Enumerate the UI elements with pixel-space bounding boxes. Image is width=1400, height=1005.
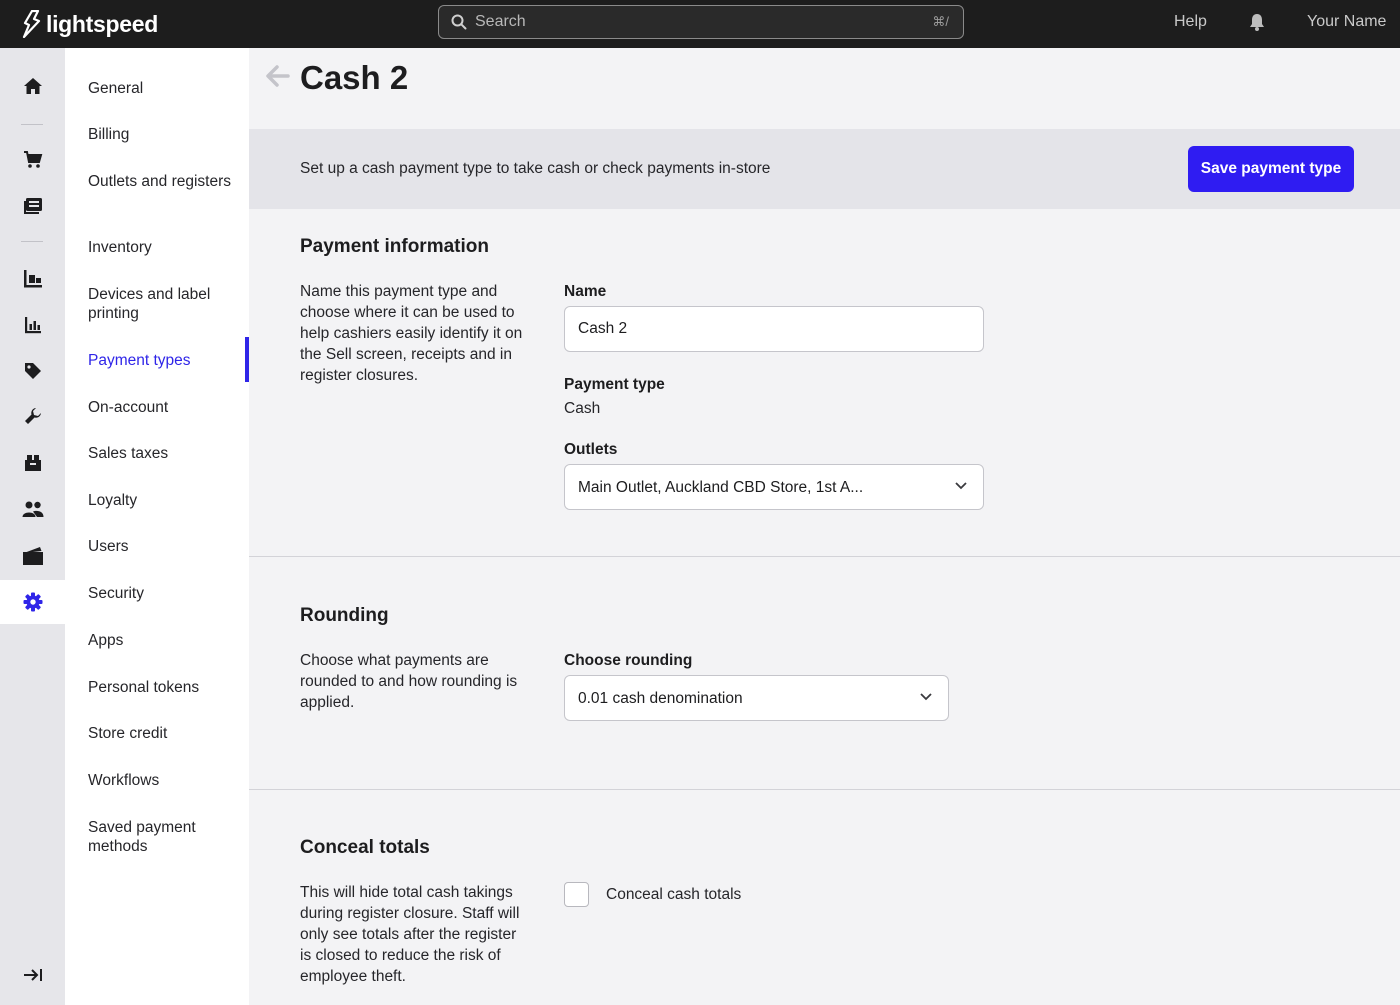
page-title: Cash 2	[300, 59, 409, 96]
payment-type-label: Payment type	[564, 376, 665, 393]
payment-information-description: Name this payment type and choose where …	[300, 283, 523, 384]
save-payment-type-button[interactable]: Save payment type	[1188, 146, 1354, 192]
sidebar-item-outlets-registers[interactable]: Outlets and registers	[88, 172, 238, 191]
conceal-cash-totals-label[interactable]: Conceal cash totals	[606, 886, 741, 904]
chevron-down-icon	[955, 482, 967, 490]
home-icon[interactable]	[0, 64, 65, 108]
sidebar-item-store-credit[interactable]: Store credit	[88, 724, 238, 743]
name-label: Name	[564, 283, 607, 300]
sidebar-item-loyalty[interactable]: Loyalty	[88, 491, 238, 510]
section-divider	[249, 556, 1400, 557]
rounding-description: Choose what payments are rounded to and …	[300, 652, 518, 711]
outlets-label: Outlets	[564, 441, 618, 458]
sidebar-item-users[interactable]: Users	[88, 537, 238, 556]
conceal-cash-totals-checkbox[interactable]	[564, 882, 589, 907]
collapse-icon[interactable]	[0, 953, 65, 997]
banner-text: Set up a cash payment type to take cash …	[300, 160, 771, 177]
customers-icon[interactable]	[0, 487, 65, 531]
search-shortcut: ⌘/	[932, 14, 949, 29]
wrench-icon[interactable]	[0, 394, 65, 438]
outlets-select[interactable]: Main Outlet, Auckland CBD Store, 1st A..…	[564, 464, 984, 510]
sidebar-item-billing[interactable]: Billing	[88, 125, 238, 144]
sidebar-item-apps[interactable]: Apps	[88, 631, 238, 650]
sidebar-item-devices[interactable]: Devices and label printing	[88, 285, 238, 323]
inventory-icon[interactable]	[0, 441, 65, 485]
main-content: Cash 2 Set up a cash payment type to tak…	[249, 48, 1400, 1005]
tag-icon[interactable]	[0, 349, 65, 393]
bell-icon[interactable]	[1249, 13, 1265, 36]
sidebar-item-inventory[interactable]: Inventory	[88, 238, 238, 257]
brand-name: lightspeed	[46, 10, 159, 37]
sidebar-item-workflows[interactable]: Workflows	[88, 771, 238, 790]
rounding-select[interactable]: 0.01 cash denomination	[564, 675, 949, 721]
conceal-totals-title: Conceal totals	[300, 837, 430, 858]
search-box[interactable]: ⌘/	[438, 5, 964, 39]
help-link[interactable]: Help	[1174, 13, 1207, 31]
rounding-select-value: 0.01 cash denomination	[578, 690, 743, 707]
rounding-title: Rounding	[300, 605, 389, 626]
payment-type-value: Cash	[564, 400, 601, 417]
chevron-down-icon	[920, 693, 932, 701]
choose-rounding-label: Choose rounding	[564, 652, 693, 669]
conceal-totals-description: This will hide total cash takings during…	[300, 884, 520, 985]
outlets-select-value: Main Outlet, Auckland CBD Store, 1st A..…	[578, 479, 864, 496]
register-icon[interactable]	[0, 184, 65, 228]
sidebar-item-security[interactable]: Security	[88, 584, 238, 603]
lightspeed-logo[interactable]: lightspeed	[22, 9, 158, 39]
cart-icon[interactable]	[0, 138, 65, 182]
settings-sidebar: General Billing Outlets and registers In…	[65, 48, 249, 1005]
cash-icon[interactable]	[0, 534, 65, 578]
sidebar-item-payment-types[interactable]: Payment types	[88, 351, 238, 370]
sidebar-item-sales-taxes[interactable]: Sales taxes	[88, 444, 238, 463]
sidebar-item-on-account[interactable]: On-account	[88, 398, 238, 417]
top-bar: lightspeed ⌘/ Help Your Name	[0, 0, 1400, 48]
reports-icon[interactable]	[0, 303, 65, 347]
sidebar-item-personal-tokens[interactable]: Personal tokens	[88, 678, 238, 697]
rail-divider	[21, 241, 43, 242]
products-icon[interactable]	[0, 257, 65, 301]
back-arrow-icon[interactable]	[266, 65, 290, 92]
name-input[interactable]	[564, 306, 984, 352]
search-icon	[451, 14, 467, 30]
sidebar-item-general[interactable]: General	[88, 79, 238, 98]
section-divider	[249, 789, 1400, 790]
user-menu[interactable]: Your Name	[1307, 13, 1386, 31]
rail-divider	[21, 124, 43, 125]
icon-rail	[0, 48, 65, 1005]
search-input[interactable]	[475, 6, 915, 38]
settings-icon[interactable]	[0, 580, 65, 624]
payment-information-title: Payment information	[300, 236, 489, 257]
sidebar-item-saved-payment-methods[interactable]: Saved payment methods	[88, 818, 238, 856]
info-banner: Set up a cash payment type to take cash …	[249, 129, 1400, 209]
flame-icon	[22, 10, 41, 38]
